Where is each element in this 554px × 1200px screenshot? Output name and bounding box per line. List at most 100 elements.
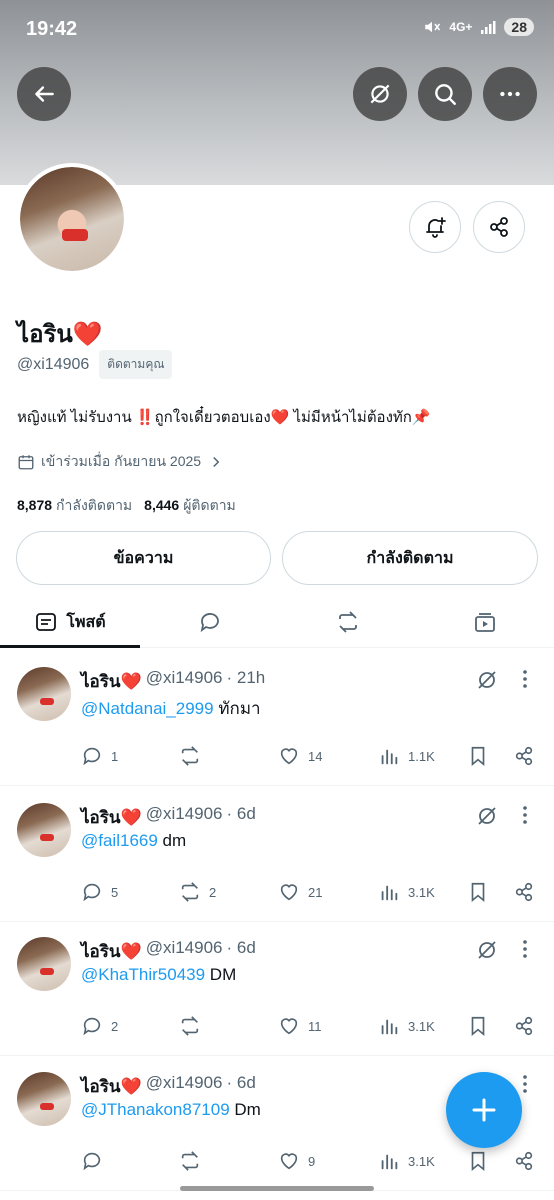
repost-count: 2 [209, 884, 217, 900]
tab-posts[interactable]: โพสต์ [0, 596, 140, 648]
post-mention[interactable]: @KhaThir50439 [81, 965, 205, 984]
repost-action[interactable] [179, 1150, 209, 1172]
post-mention[interactable]: @JThanakon87109 [81, 1100, 230, 1119]
profile-name: ไอริน❤️ [17, 321, 103, 348]
post-header: ไอริน❤️ @xi14906 · 21h [81, 668, 265, 695]
reply-action[interactable] [81, 1150, 111, 1172]
battery-level: 28 [504, 18, 534, 36]
post-more-icon[interactable] [518, 668, 532, 690]
post-more-icon[interactable] [518, 1073, 532, 1095]
followers-count: 8,446 [144, 497, 180, 513]
post-mention[interactable]: @fail1669 [81, 831, 158, 850]
post-avatar[interactable] [17, 803, 71, 857]
grok-icon[interactable] [475, 804, 499, 828]
grok-icon[interactable] [475, 938, 499, 962]
repost-action[interactable]: 2 [179, 881, 216, 903]
post-avatar[interactable] [17, 1072, 71, 1126]
post-time: · 6d [226, 938, 256, 957]
post-body: Dm [229, 1100, 261, 1119]
view-count: 3.1K [408, 1018, 435, 1034]
search-button[interactable] [418, 67, 472, 121]
following-stat[interactable]: 8,878 กำลังติดตาม [17, 495, 132, 517]
profile-avatar[interactable] [16, 163, 128, 275]
post-author-handle: @xi14906 [145, 668, 223, 687]
share-icon [515, 882, 533, 902]
calendar-icon [18, 455, 34, 470]
reply-action[interactable]: 1 [81, 745, 118, 767]
following-button[interactable]: กำลังติดตาม [282, 531, 538, 585]
views-action[interactable]: 1.1K [378, 745, 435, 767]
post-item[interactable]: ไอริน❤️ @xi14906 · 21h @Natdanai_2999 ทั… [0, 650, 554, 786]
post-actions: 9 3.1K [81, 1150, 541, 1174]
post-mention[interactable]: @Natdanai_2999 [81, 699, 214, 718]
views-action[interactable]: 3.1K [378, 1015, 435, 1037]
post-more-icon[interactable] [518, 804, 532, 826]
back-button[interactable] [17, 67, 71, 121]
like-icon [280, 1153, 298, 1170]
post-author-name: ไอริน❤️ [81, 808, 142, 827]
signal-icon [481, 21, 496, 34]
views-action[interactable]: 3.1K [378, 1150, 435, 1172]
bookmark-icon [471, 1016, 485, 1037]
bookmark-action[interactable] [467, 1150, 489, 1172]
tab-replies[interactable] [140, 596, 280, 648]
share-action[interactable] [513, 1015, 535, 1037]
home-indicator [180, 1186, 374, 1191]
views-icon [381, 1154, 398, 1170]
post-avatar[interactable] [17, 937, 71, 991]
share-action[interactable] [513, 881, 535, 903]
profile-bio: หญิงแท้ ไม่รับงาน ‼️ถูกใจเดี๋ยวตอบเอง❤️ … [17, 409, 431, 426]
like-action[interactable]: 14 [278, 745, 322, 767]
more-button[interactable] [483, 67, 537, 121]
like-action[interactable]: 9 [278, 1150, 315, 1172]
like-action[interactable]: 11 [278, 1015, 322, 1037]
repost-icon [181, 882, 199, 902]
share-action[interactable] [513, 1150, 535, 1172]
grok-button[interactable] [353, 67, 407, 121]
post-body: DM [205, 965, 237, 984]
reply-count: 5 [111, 884, 119, 900]
reply-action[interactable]: 5 [81, 881, 118, 903]
active-tab-indicator [0, 645, 140, 648]
mute-icon [425, 21, 441, 33]
reply-action[interactable]: 2 [81, 1015, 118, 1037]
post-item[interactable]: ไอริน❤️ @xi14906 · 6d @KhaThir50439 DM 2… [0, 920, 554, 1056]
views-action[interactable]: 3.1K [378, 881, 435, 903]
post-header: ไอริน❤️ @xi14906 · 6d [81, 1073, 256, 1100]
post-author-name: ไอริน❤️ [81, 942, 142, 961]
followers-stat[interactable]: 8,446 ผู้ติดตาม [144, 495, 236, 517]
tab-posts-label: โพสต์ [66, 613, 106, 631]
tab-media[interactable] [416, 596, 554, 648]
repost-action[interactable] [179, 1015, 209, 1037]
bookmark-action[interactable] [467, 1015, 489, 1037]
notifications-button[interactable] [409, 201, 461, 253]
notification-plus-icon [426, 217, 446, 238]
repost-icon [181, 1016, 199, 1036]
message-button[interactable]: ข้อความ [16, 531, 271, 585]
post-header: ไอริน❤️ @xi14906 · 6d [81, 938, 256, 965]
post-item[interactable]: ไอริน❤️ @xi14906 · 6d @fail1669 dm 5 2 2… [0, 786, 554, 922]
post-time: · 21h [226, 668, 266, 687]
share-action[interactable] [513, 745, 535, 767]
share-profile-button[interactable] [473, 201, 525, 253]
post-text: @Natdanai_2999 ทักมา [81, 695, 261, 722]
post-text: @KhaThir50439 DM [81, 965, 236, 985]
bookmark-action[interactable] [467, 745, 489, 767]
joined-date-row[interactable]: เข้าร่วมเมื่อ กันยายน 2025 [17, 451, 225, 473]
avatar-image [20, 167, 124, 271]
like-action[interactable]: 21 [278, 881, 322, 903]
search-icon [435, 84, 456, 105]
follows-you-badge: ติดตามคุณ [99, 350, 173, 379]
bookmark-action[interactable] [467, 881, 489, 903]
tab-reposts[interactable] [280, 596, 416, 648]
post-author-handle: @xi14906 [145, 1073, 223, 1092]
post-avatar[interactable] [17, 667, 71, 721]
repost-action[interactable] [179, 745, 209, 767]
status-icons: 4G+ 28 [423, 18, 534, 36]
reposts-tab-icon [339, 611, 357, 633]
compose-button[interactable] [446, 1072, 522, 1148]
post-more-icon[interactable] [518, 938, 532, 960]
grok-icon[interactable] [475, 668, 499, 692]
following-count: 8,878 [17, 497, 53, 513]
reply-icon [83, 883, 101, 902]
